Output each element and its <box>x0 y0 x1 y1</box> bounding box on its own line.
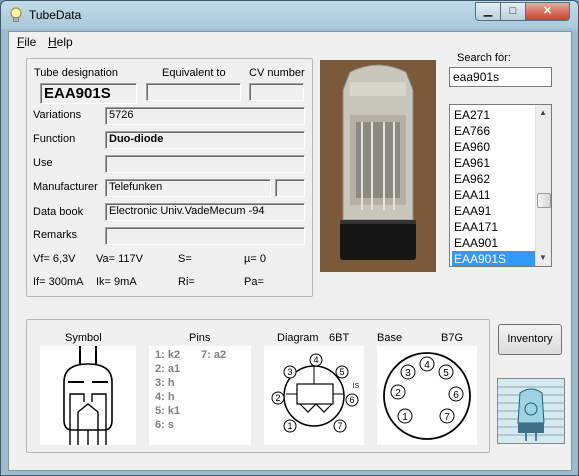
manufacturer-extra-field <box>275 179 305 197</box>
pin-entry: 3: h <box>155 377 175 389</box>
diagram-pin-label: 7 <box>337 421 342 431</box>
base-pin-label: 5 <box>443 368 449 379</box>
pins-label: Pins <box>189 332 211 344</box>
equivalent-field <box>146 83 241 101</box>
diagram-panel: 1 2 3 4 5 6 7 IS <box>264 346 364 445</box>
list-scrollbar[interactable]: ▲ ▼ <box>535 105 551 266</box>
va-value: Va= 117V <box>96 253 143 265</box>
designation-label: Tube designation <box>34 67 118 79</box>
diagram-pin-label: 6 <box>349 395 354 405</box>
pin-entry: 2: a1 <box>155 363 181 375</box>
s-value: S= <box>178 253 192 265</box>
list-item[interactable]: EA961 <box>452 155 536 171</box>
list-item[interactable]: EA271 <box>452 107 536 123</box>
lightbulb-icon <box>10 7 22 22</box>
list-item[interactable]: EA766 <box>452 123 536 139</box>
tube-photo-drawing <box>320 60 436 272</box>
list-item[interactable]: EA960 <box>452 139 536 155</box>
manufacturer-field: Telefunken <box>105 179 271 197</box>
scroll-down-icon[interactable]: ▼ <box>539 253 547 262</box>
function-field: Duo-diode <box>105 131 305 149</box>
base-pin-label: 7 <box>444 412 450 423</box>
symbol-label: Symbol <box>65 332 102 344</box>
close-button[interactable]: ✕ <box>525 2 570 21</box>
menu-bar: File Help <box>9 32 571 51</box>
title-bar[interactable]: TubeData ▁ □ ✕ <box>1 1 578 29</box>
menu-file[interactable]: File <box>17 35 36 49</box>
databook-field: Electronic Univ.VadeMecum -94 <box>105 203 305 221</box>
minimize-button[interactable]: ▁ <box>475 2 501 21</box>
equivalent-label: Equivalent to <box>162 67 226 79</box>
variations-field: 5726 <box>105 107 305 125</box>
base-drawing: 1 2 3 4 5 6 7 <box>383 352 471 440</box>
pin-entry: 4: h <box>155 391 175 403</box>
base-pin-label: 1 <box>402 412 408 423</box>
diagram-pin-label: 3 <box>287 367 292 377</box>
base-code: B7G <box>441 332 464 344</box>
base-panel: 1 2 3 4 5 6 7 <box>377 346 477 445</box>
pin-entry: 7: a2 <box>201 349 227 361</box>
variations-label: Variations <box>33 109 82 121</box>
manufacturer-label: Manufacturer <box>33 181 98 193</box>
app-logo <box>497 378 565 444</box>
ri-value: Ri= <box>178 276 195 288</box>
list-item-selected[interactable]: EAA901S <box>452 251 536 266</box>
databook-label: Data book <box>33 206 84 218</box>
tube-photo <box>320 60 436 272</box>
scroll-up-icon[interactable]: ▲ <box>539 108 547 117</box>
cv-number-label: CV number <box>249 67 305 79</box>
app-window: TubeData ▁ □ ✕ File Help Tube designatio… <box>0 0 579 476</box>
base-label: Base <box>377 332 403 344</box>
pa-value: Pa= <box>244 276 264 288</box>
base-pin-label: 4 <box>424 360 430 371</box>
ik-value: Ik= 9mA <box>96 276 137 288</box>
diagram-pin-label: 1 <box>287 421 292 431</box>
diagram-pin-label: 2 <box>275 393 280 403</box>
pin-entry: 1: k2 <box>155 349 181 361</box>
list-item[interactable]: EA962 <box>452 171 536 187</box>
tube-symbol-drawing <box>63 346 113 445</box>
tube-list[interactable]: EA271 EA766 EA960 EA961 EA962 EAA11 EAA9… <box>449 104 552 267</box>
inventory-button[interactable]: Inventory <box>498 324 562 355</box>
mu-value: µ= 0 <box>244 253 266 265</box>
menu-help[interactable]: Help <box>48 35 73 49</box>
tube-logo-icon <box>498 379 564 443</box>
menu-file-rest: ile <box>24 35 37 49</box>
search-input[interactable]: eaa901s <box>449 67 552 87</box>
if-value: If= 300mA <box>33 276 84 288</box>
use-label: Use <box>33 157 53 169</box>
remarks-label: Remarks <box>33 229 78 241</box>
diagram-extra-label: IS <box>353 383 360 390</box>
symbol-panel <box>40 346 136 445</box>
window-title: TubeData <box>29 8 82 22</box>
list-item[interactable]: EAA901 <box>452 235 536 251</box>
vf-value: Vf= 6,3V <box>33 253 76 265</box>
function-label: Function <box>33 133 76 145</box>
base-pin-label: 6 <box>453 390 459 401</box>
pin-diagram-drawing: 1 2 3 4 5 6 7 IS <box>271 353 360 433</box>
use-field <box>105 155 305 173</box>
maximize-button[interactable]: □ <box>500 2 526 21</box>
pin-entry: 5: k1 <box>155 405 181 417</box>
diagram-pin-label: 4 <box>313 355 318 365</box>
designation-field: EAA901S <box>40 83 137 104</box>
menu-help-rest: elp <box>56 35 73 49</box>
list-item[interactable]: EAA91 <box>452 203 536 219</box>
list-item[interactable]: EAA11 <box>452 187 536 203</box>
scroll-thumb[interactable] <box>537 193 551 208</box>
base-pin-label: 3 <box>405 368 411 379</box>
search-label: Search for: <box>457 52 511 64</box>
list-item[interactable]: EAA171 <box>452 219 536 235</box>
pin-entry: 6: s <box>155 419 174 431</box>
diagram-pin-label: 5 <box>339 367 344 377</box>
cv-number-field <box>249 83 304 101</box>
diagram-code: 6BT <box>329 332 350 344</box>
remarks-field <box>105 227 305 245</box>
diagram-label: Diagram <box>277 332 319 344</box>
base-pin-label: 2 <box>395 388 401 399</box>
menu-help-key: H <box>48 35 57 49</box>
